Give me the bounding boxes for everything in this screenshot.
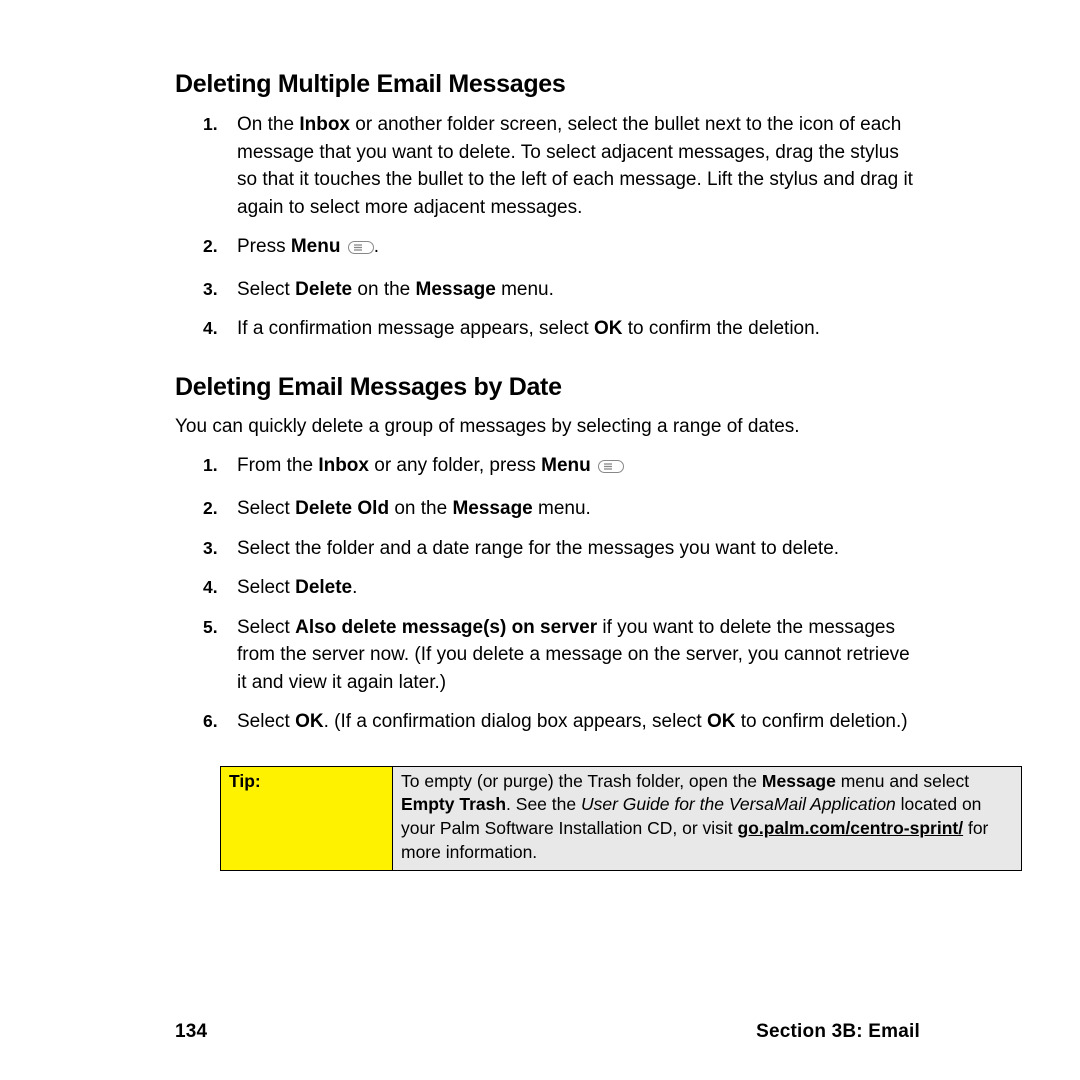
menu-icon [598, 455, 624, 483]
step: 2Select Delete Old on the Message menu. [175, 495, 920, 523]
tip-label: Tip: [221, 766, 393, 871]
section-deleting-by-date: Deleting Email Messages by Date You can … [175, 373, 920, 736]
step: 2Press Menu . [175, 233, 920, 264]
step: 3Select Delete on the Message menu. [175, 276, 920, 304]
step-text: If a confirmation message appears, selec… [237, 318, 820, 339]
step: 4If a confirmation message appears, sele… [175, 315, 920, 343]
section-deleting-multiple: Deleting Multiple Email Messages 1On the… [175, 70, 920, 343]
step-text: From the Inbox or any folder, press Menu [237, 455, 596, 476]
heading-deleting-by-date: Deleting Email Messages by Date [175, 373, 920, 402]
step-text: Select Delete. [237, 577, 357, 598]
step: 5Select Also delete message(s) on server… [175, 614, 920, 697]
step-text: Select OK. (If a confirmation dialog box… [237, 711, 908, 732]
step: 1From the Inbox or any folder, press Men… [175, 452, 920, 483]
document-page: Deleting Multiple Email Messages 1On the… [80, 0, 1000, 1061]
page-number: 134 [175, 1021, 207, 1043]
step: 4Select Delete. [175, 574, 920, 602]
menu-icon [348, 236, 374, 264]
step-text: Select Delete on the Message menu. [237, 279, 554, 300]
tip-body: To empty (or purge) the Trash folder, op… [393, 766, 1022, 871]
step: 6Select OK. (If a confirmation dialog bo… [175, 708, 920, 736]
heading-deleting-multiple: Deleting Multiple Email Messages [175, 70, 920, 99]
step-text: Select the folder and a date range for t… [237, 538, 839, 559]
intro-deleting-by-date: You can quickly delete a group of messag… [175, 414, 920, 441]
step-text: Select Delete Old on the Message menu. [237, 498, 591, 519]
step-text: On the Inbox or another folder screen, s… [237, 114, 913, 218]
section-label: Section 3B: Email [756, 1021, 920, 1043]
step: 1On the Inbox or another folder screen, … [175, 111, 920, 221]
step-text: Press Menu [237, 236, 346, 257]
tip-link[interactable]: go.palm.com/centro-sprint/ [738, 818, 964, 838]
step: 3Select the folder and a date range for … [175, 535, 920, 563]
steps-deleting-by-date: 1From the Inbox or any folder, press Men… [175, 452, 920, 735]
step-text: Select Also delete message(s) on server … [237, 617, 910, 693]
steps-deleting-multiple: 1On the Inbox or another folder screen, … [175, 111, 920, 343]
tip-box: Tip: To empty (or purge) the Trash folde… [220, 766, 1022, 872]
